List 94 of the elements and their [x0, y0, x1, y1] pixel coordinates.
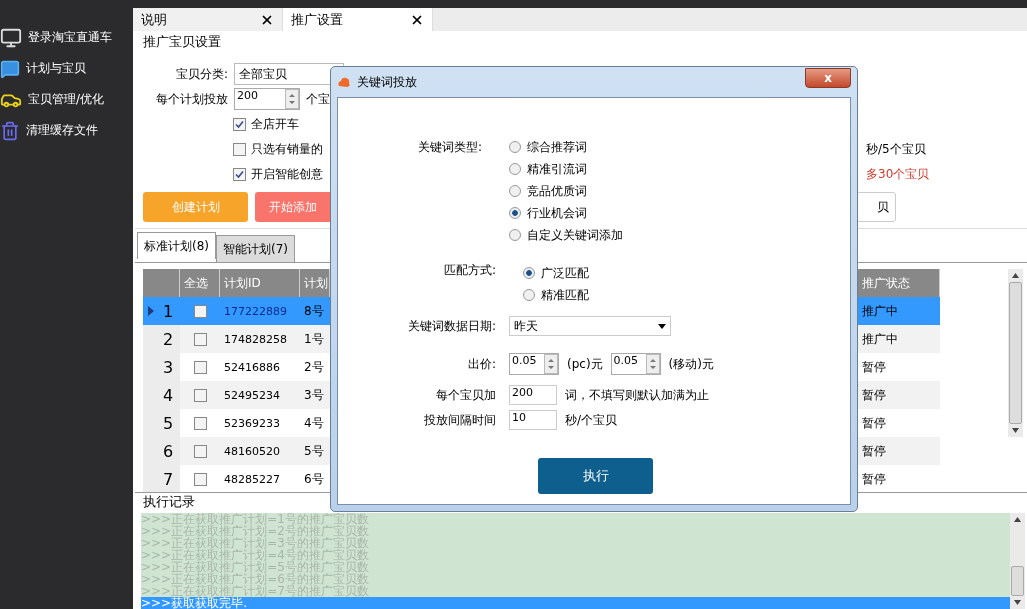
table-cell: 暂停: [858, 381, 940, 409]
table-cell: 推广中: [858, 297, 940, 325]
unit-label: (移动)元: [668, 355, 714, 373]
table-cell: 暂停: [858, 437, 940, 465]
checkbox-label: 开启智能创意: [251, 165, 323, 183]
scroll-up-icon[interactable]: [1012, 273, 1019, 278]
checkbox-label: 只选有销量的: [251, 140, 323, 158]
unit-label: 个宝: [306, 90, 330, 108]
radio-option[interactable]: 综合推荐词: [509, 136, 850, 158]
note-text: 多30个宝贝: [866, 165, 930, 183]
column-header[interactable]: 推广状态: [858, 269, 940, 297]
execute-button[interactable]: 执行: [538, 458, 653, 494]
checkbox[interactable]: [193, 388, 207, 402]
section-title: 执行记录: [143, 493, 196, 510]
dropdown-caret-icon: [658, 323, 666, 329]
checkbox[interactable]: [233, 142, 246, 156]
scroll-down-icon[interactable]: [1012, 428, 1019, 433]
scrollbar[interactable]: [1010, 513, 1025, 609]
sidebar-item[interactable]: 登录淘宝直通车: [0, 22, 132, 53]
sidebar-item[interactable]: 计划与宝贝: [0, 53, 132, 84]
number-field[interactable]: 0.05: [610, 353, 661, 375]
column-header[interactable]: 计划ID: [220, 269, 300, 297]
row-number: 2: [163, 329, 174, 349]
tab[interactable]: 标准计划(8): [137, 232, 216, 259]
field-label: 关键词类型:: [416, 139, 483, 156]
tab[interactable]: 说明: [133, 8, 283, 31]
row-pointer-icon: [147, 305, 155, 317]
radio-option[interactable]: 广泛匹配: [523, 262, 850, 284]
field-label: 投放间隔时间: [423, 411, 496, 429]
row-number: 3: [163, 357, 174, 377]
sidebar-item[interactable]: 清理缓存文件: [0, 115, 132, 146]
spinner-arrows-icon[interactable]: [285, 89, 299, 109]
table-cell: 8号: [300, 297, 330, 325]
hint-text: 词，不填写则默认加满为止: [565, 386, 709, 404]
checkbox[interactable]: [233, 167, 246, 181]
table-cell: 52495234: [220, 381, 300, 409]
radio-option[interactable]: 精准匹配: [523, 284, 850, 306]
checkbox[interactable]: [193, 444, 207, 458]
checkbox[interactable]: [233, 117, 246, 131]
tab[interactable]: 推广设置: [283, 8, 433, 31]
field-label: 每个计划投放: [155, 90, 228, 108]
dialog-title: 关键词投放: [357, 73, 418, 91]
header-cell: [143, 269, 180, 297]
scroll-down-icon[interactable]: [1014, 600, 1021, 605]
trash-icon: [0, 120, 20, 141]
checkbox[interactable]: [193, 332, 207, 346]
radio-option[interactable]: 精准引流词: [509, 158, 850, 180]
unit-label: 秒/个宝贝: [565, 411, 618, 429]
spinner-arrows-icon[interactable]: [645, 354, 660, 374]
radio-option[interactable]: 自定义关键词添加: [509, 224, 850, 246]
table-cell: 1号: [300, 325, 330, 353]
table-cell: 177222889: [220, 297, 300, 325]
input-field[interactable]: 200: [509, 385, 557, 405]
row-number: 4: [163, 385, 174, 405]
column-header[interactable]: 计划: [300, 269, 330, 297]
row-number: 1: [163, 301, 174, 321]
cloud-icon: [337, 76, 351, 88]
unit-label: (pc)元: [567, 355, 603, 373]
column-header[interactable]: 全选: [180, 269, 220, 297]
section-title: 推广宝贝设置: [143, 33, 222, 51]
spinner-arrows-icon[interactable]: [544, 354, 558, 374]
category-select[interactable]: 全部宝贝: [234, 63, 344, 85]
row-number: 6: [163, 441, 174, 461]
table-cell: 3号: [300, 381, 330, 409]
note-text: 秒/5个宝贝: [866, 140, 926, 158]
scrollbar[interactable]: [1008, 269, 1023, 437]
sidebar-item[interactable]: 宝贝管理/优化: [0, 84, 132, 115]
monitor-icon: [0, 26, 22, 49]
chat-icon: [0, 58, 20, 79]
radio-option[interactable]: 竞品优质词: [509, 180, 850, 202]
table-cell: 推广中: [858, 325, 940, 353]
radio-option[interactable]: 行业机会词: [509, 202, 850, 224]
field-label: 匹配方式:: [442, 262, 496, 278]
table-cell: 174828258: [220, 325, 300, 353]
scroll-up-icon[interactable]: [1014, 517, 1021, 522]
checkbox-label: 全店开车: [251, 115, 299, 133]
row-number: 7: [163, 469, 174, 489]
action-button[interactable]: 贝: [856, 192, 896, 222]
field-label: 出价:: [466, 355, 496, 373]
table-cell: 48160520: [220, 437, 300, 465]
tab[interactable]: 智能计划(7): [216, 235, 295, 262]
checkbox[interactable]: [193, 472, 207, 486]
checkbox[interactable]: [193, 304, 207, 318]
number-field[interactable]: 0.05: [509, 353, 559, 375]
input-field[interactable]: 10: [509, 410, 557, 430]
table-cell: 5号: [300, 437, 330, 465]
row-number: 5: [163, 413, 174, 433]
field-label: 每个宝贝加: [435, 386, 496, 404]
field-label: 关键词数据日期:: [406, 317, 496, 335]
date-select[interactable]: 昨天: [509, 316, 671, 336]
checkbox[interactable]: [193, 360, 207, 374]
checkbox[interactable]: [193, 416, 207, 430]
field-label: 宝贝分类:: [174, 65, 228, 83]
number-field[interactable]: 200: [234, 88, 300, 110]
